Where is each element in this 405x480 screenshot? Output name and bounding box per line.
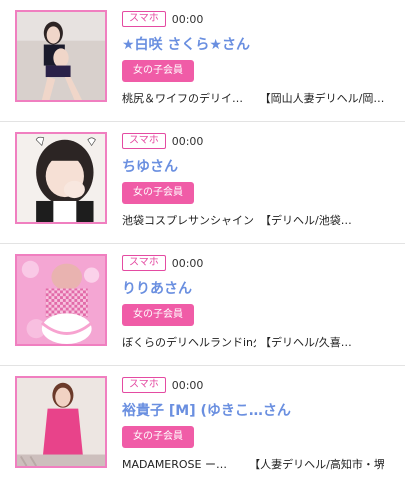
profile-photo[interactable] [15, 254, 107, 346]
smartphone-badge: スマホ [122, 11, 166, 27]
shop-name[interactable]: MADAMEROSE ー… [122, 456, 245, 472]
post-time: 00:00 [171, 256, 204, 270]
shop-info[interactable]: 桃尻＆ワイフのデリイ… 【岡山人妻デリヘル/岡… [122, 90, 384, 106]
list-item[interactable]: スマホ 00:00 りりあさん 女の子会員 ぼくらのデリヘルランドin久… 【デ… [0, 244, 405, 366]
smartphone-badge: スマホ [122, 255, 166, 271]
shop-name[interactable]: 桃尻＆ワイフのデリイ… [122, 90, 256, 106]
profile-photo[interactable] [15, 132, 107, 224]
shop-info[interactable]: 池袋コスプレサンシャイン（… 【デリヘル/池袋… [122, 212, 384, 228]
list-item[interactable]: スマホ 00:00 ちゆさん 女の子会員 池袋コスプレサンシャイン（… 【デリヘ… [0, 122, 405, 244]
list-item[interactable]: スマホ 00:00 裕貴子 [M] (ゆきこ…さん 女の子会員 MADAMERO… [0, 366, 405, 480]
shop-area[interactable]: 【デリヘル/池袋… [260, 212, 352, 228]
member-badge: 女の子会員 [122, 304, 194, 326]
shop-area[interactable]: 【デリヘル/久喜… [260, 334, 352, 350]
member-badge: 女の子会員 [122, 426, 194, 448]
smartphone-badge: スマホ [122, 133, 166, 149]
shop-info[interactable]: ぼくらのデリヘルランドin久… 【デリヘル/久喜… [122, 334, 384, 350]
girl-name-link[interactable]: ちゆさん [122, 156, 402, 176]
list-item[interactable]: スマホ 00:00 ★白咲 さくら★さん 女の子会員 桃尻＆ワイフのデリイ… 【… [0, 0, 405, 122]
smartphone-badge: スマホ [122, 377, 166, 393]
profile-photo[interactable] [15, 376, 107, 468]
member-badge: 女の子会員 [122, 60, 194, 82]
post-time: 00:00 [171, 134, 204, 148]
girl-name-link[interactable]: ★白咲 さくら★さん [122, 34, 402, 54]
member-badge: 女の子会員 [122, 182, 194, 204]
post-time: 00:00 [171, 378, 204, 392]
deriheru-member-list: スマホ 00:00 ★白咲 さくら★さん 女の子会員 桃尻＆ワイフのデリイ… 【… [0, 0, 405, 480]
shop-area[interactable]: 【岡山人妻デリヘル/岡… [260, 90, 384, 106]
shop-name[interactable]: 池袋コスプレサンシャイン（… [122, 212, 256, 228]
shop-area[interactable]: 【人妻デリヘル/高知市・堺… [249, 456, 384, 472]
post-time: 00:00 [171, 12, 204, 26]
profile-photo[interactable] [15, 10, 107, 102]
girl-name-link[interactable]: 裕貴子 [M] (ゆきこ…さん [122, 400, 402, 420]
shop-name[interactable]: ぼくらのデリヘルランドin久… [122, 334, 256, 350]
shop-info[interactable]: MADAMEROSE ー… 【人妻デリヘル/高知市・堺… [122, 456, 384, 472]
girl-name-link[interactable]: りりあさん [122, 278, 402, 298]
